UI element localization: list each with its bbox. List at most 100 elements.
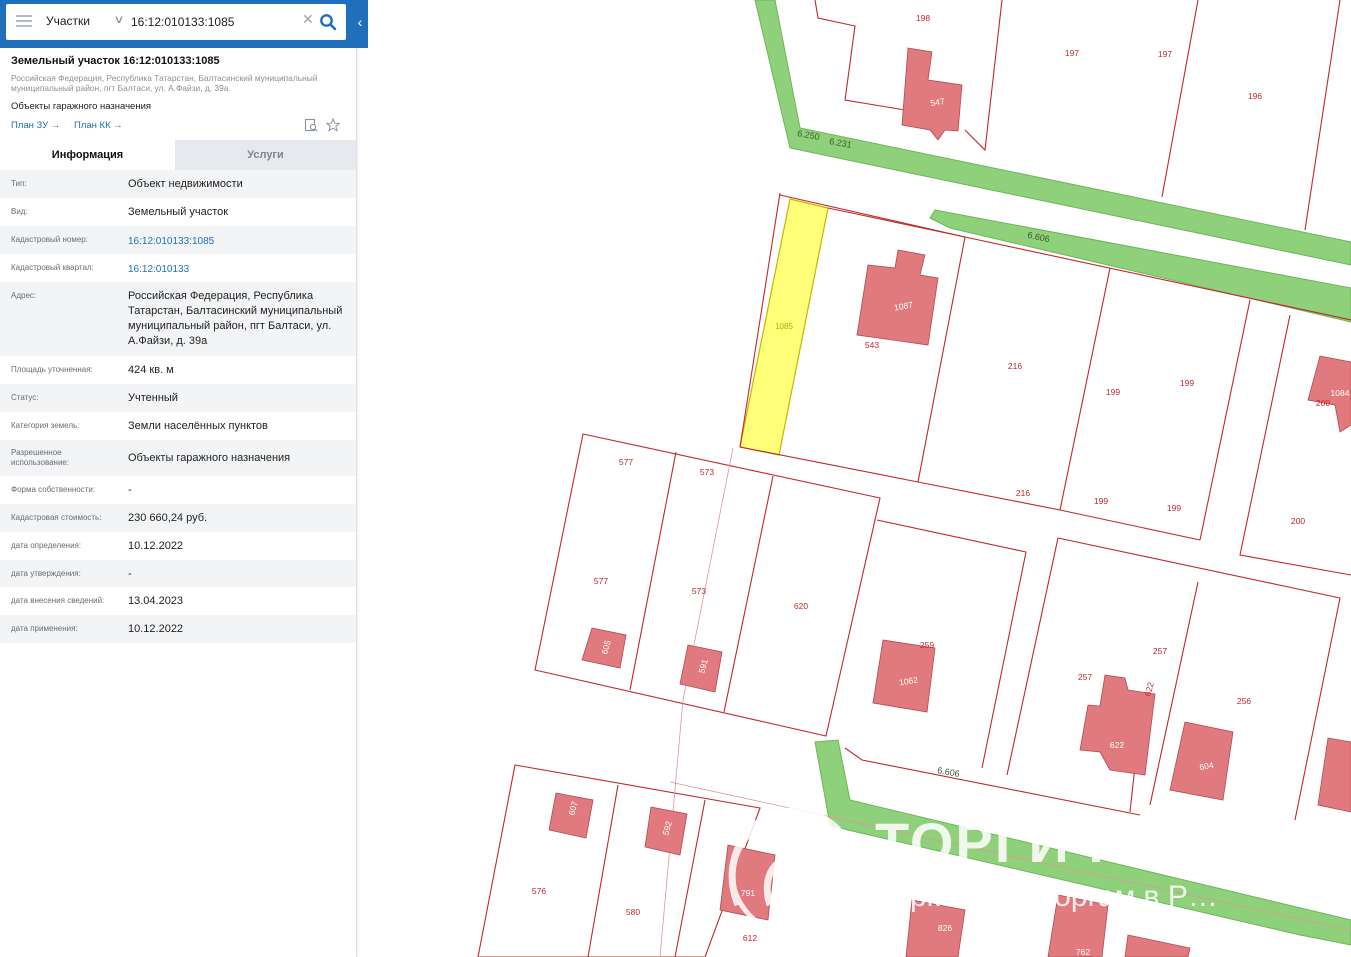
parcel-label: 762 xyxy=(1076,947,1090,957)
cadastral-quarter-link[interactable]: 16:12:010133 xyxy=(128,262,343,277)
plan-kk-link[interactable]: План КК → xyxy=(74,120,123,131)
property-row: Кадастровый номер: 16:12:010133:1085 xyxy=(0,226,356,254)
parcel-label: 197 xyxy=(1158,49,1172,59)
parcel-label: 259 xyxy=(920,640,934,650)
property-row: Вид: Земельный участок xyxy=(0,198,356,226)
arrow-right-icon: → xyxy=(50,120,61,131)
menu-icon[interactable] xyxy=(16,15,32,29)
property-label: дата определения: xyxy=(11,541,82,550)
parcel-label: 612 xyxy=(743,933,757,943)
info-panel: Участки ∨ ✕ ‹ Земельный участок 16:12:01… xyxy=(0,0,368,957)
property-label: Вид: xyxy=(11,207,28,216)
parcel-label: 257 xyxy=(1153,646,1167,656)
property-label: Кадастровая стоимость: xyxy=(11,513,102,522)
cadastral-number-link[interactable]: 16:12:010133:1085 xyxy=(128,234,343,249)
property-value: 10.12.2022 xyxy=(128,540,184,552)
parcel-label: 577 xyxy=(619,457,633,467)
parcel-label: 256 xyxy=(1237,696,1251,706)
property-label: Площадь уточненная: xyxy=(11,365,93,374)
property-value: 230 660,24 руб. xyxy=(128,512,208,524)
property-label: Категория земель: xyxy=(11,421,80,430)
document-search-icon[interactable] xyxy=(304,118,318,132)
parcel-label: 1085 xyxy=(775,322,793,331)
chevron-down-icon[interactable]: ∨ xyxy=(113,13,124,26)
parcel-label: 580 xyxy=(626,907,640,917)
property-value: Земельный участок xyxy=(128,206,229,218)
search-bar: Участки ∨ ✕ ‹ xyxy=(0,0,368,48)
property-row: дата применения: 10.12.2022 xyxy=(0,615,356,643)
property-value: Земли населённых пунктов xyxy=(128,420,268,432)
plan-zu-label: План ЗУ xyxy=(11,120,49,131)
plan-kk-label: План КК xyxy=(74,120,111,131)
parcel-label: 216 xyxy=(1016,488,1030,498)
search-box: Участки ∨ ✕ xyxy=(6,4,346,40)
property-value: Объекты гаражного назначения xyxy=(128,452,291,464)
tab-services[interactable]: Услуги xyxy=(175,140,356,170)
property-value: Учтенный xyxy=(128,392,178,404)
property-label: дата утверждения: xyxy=(11,569,81,578)
parcel-label: 200 xyxy=(1291,516,1305,526)
layer-select[interactable]: Участки xyxy=(46,14,90,28)
parcel-label: 620 xyxy=(794,601,808,611)
search-icon[interactable] xyxy=(319,13,337,31)
property-row: Площадь уточненная: 424 кв. м xyxy=(0,356,356,384)
property-label: Адрес: xyxy=(11,291,37,300)
property-row: Разрешенное использование: Объекты гараж… xyxy=(0,440,356,476)
property-row: Адрес: Российская Федерация, Республика … xyxy=(0,282,356,356)
properties-table: Тип: Объект недвижимости Вид: Земельный … xyxy=(0,170,356,643)
parcel-label: 199 xyxy=(1167,503,1181,513)
parcel-label: 826 xyxy=(938,923,952,933)
clear-icon[interactable]: ✕ xyxy=(302,11,314,28)
collapse-panel-button[interactable]: ‹ xyxy=(352,10,368,34)
property-label: Форма собственности: xyxy=(11,485,96,494)
search-input[interactable] xyxy=(131,12,301,32)
object-title: Земельный участок 16:12:010133:1085 xyxy=(11,55,220,67)
property-row: Статус: Учтенный xyxy=(0,384,356,412)
object-address: Российская Федерация, Республика Татарст… xyxy=(11,73,318,93)
property-label: Кадастровый квартал: xyxy=(11,263,94,272)
parcel-label: 200 xyxy=(1316,398,1330,408)
property-row: Форма собственности: - xyxy=(0,476,356,504)
parcel-label: 577 xyxy=(594,576,608,586)
tab-information[interactable]: Информация xyxy=(0,140,175,170)
property-label: дата внесения сведений: xyxy=(11,596,105,605)
property-value: Российская Федерация, Республика Татарст… xyxy=(128,290,343,347)
parcel-label: 1084 xyxy=(1331,388,1350,398)
parcel-label: 198 xyxy=(916,13,930,23)
parcel-label: 543 xyxy=(865,340,879,350)
property-label: дата применения: xyxy=(11,624,78,633)
property-value: 424 кв. м xyxy=(128,364,174,376)
tab-bar: Информация Услуги xyxy=(0,140,356,170)
property-row: Категория земель: Земли населённых пункт… xyxy=(0,412,356,440)
property-label: Разрешенное использование: xyxy=(11,448,70,467)
property-value: - xyxy=(128,568,132,580)
parcel-label: 257 xyxy=(1078,672,1092,682)
parcel-label: 199 xyxy=(1106,387,1120,397)
property-label: Статус: xyxy=(11,393,39,402)
parcel-label: 199 xyxy=(1094,496,1108,506)
property-label: Тип: xyxy=(11,179,27,188)
property-value: 13.04.2023 xyxy=(128,595,184,607)
parcel-label: 622 xyxy=(1110,740,1124,750)
watermark-subtitle: …ркет…по торгам в Р… xyxy=(880,880,1218,913)
property-row: дата определения: 10.12.2022 xyxy=(0,532,356,560)
property-row: Тип: Объект недвижимости xyxy=(0,170,356,198)
parcel-label: 196 xyxy=(1248,91,1262,101)
parcel-label: 199 xyxy=(1180,378,1194,388)
property-row: дата утверждения: - xyxy=(0,560,356,587)
arrow-right-icon: → xyxy=(113,120,123,131)
property-value: 10.12.2022 xyxy=(128,623,184,635)
plan-zu-link[interactable]: План ЗУ → xyxy=(11,120,60,131)
parcel-label: 573 xyxy=(692,586,706,596)
watermark-title: ТОРГИ РОССИИ xyxy=(875,811,1342,874)
star-icon[interactable] xyxy=(326,118,340,132)
property-row: Кадастровая стоимость: 230 660,24 руб. xyxy=(0,504,356,532)
property-row: дата внесения сведений: 13.04.2023 xyxy=(0,587,356,615)
parcel-label: 576 xyxy=(532,886,546,896)
property-row: Кадастровый квартал: 16:12:010133 xyxy=(0,254,356,282)
parcel-label: 791 xyxy=(741,888,755,898)
property-label: Кадастровый номер: xyxy=(11,235,88,244)
parcel-label: 216 xyxy=(1008,361,1022,371)
object-usage: Объекты гаражного назначения xyxy=(11,101,152,112)
property-value: - xyxy=(128,484,132,496)
